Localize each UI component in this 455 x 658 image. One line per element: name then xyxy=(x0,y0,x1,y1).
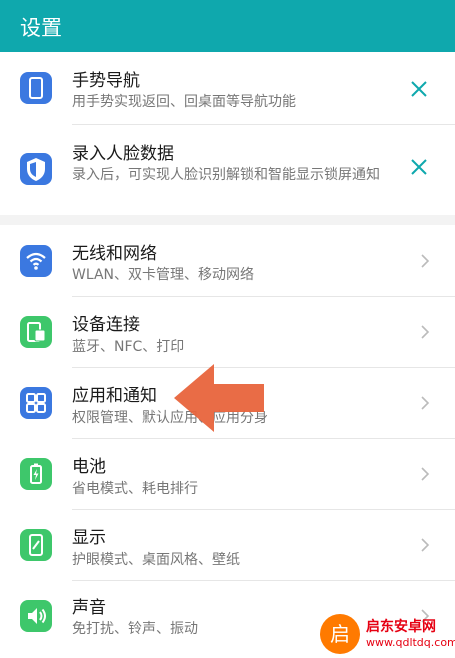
app-header: 设置 xyxy=(0,0,455,52)
settings-item-wireless-networks[interactable]: 无线和网络 WLAN、双卡管理、移动网络 xyxy=(0,225,455,296)
display-icon xyxy=(20,529,52,561)
suggestion-face-enroll[interactable]: 录入人脸数据 录入后，可实现人脸识别解锁和智能显示锁屏通知 xyxy=(0,125,455,215)
settings-item-subtitle: 护眼模式、桌面风格、壁纸 xyxy=(72,552,240,568)
battery-icon xyxy=(20,458,52,490)
settings-item-subtitle: 蓝牙、NFC、打印 xyxy=(72,339,185,355)
dismiss-close-icon[interactable] xyxy=(409,79,429,99)
chevron-right-icon xyxy=(421,538,430,552)
annotation-arrow-icon xyxy=(174,364,264,432)
watermark-name: 启东安卓网 xyxy=(366,619,436,635)
watermark-url: www.qdltdq.com xyxy=(366,636,455,649)
watermark: 启 启东安卓网 www.qdltdq.com xyxy=(320,608,455,658)
settings-item-title: 电池 xyxy=(72,457,106,477)
chevron-right-icon xyxy=(421,396,430,410)
suggestion-subtitle: 录入后，可实现人脸识别解锁和智能显示锁屏通知 xyxy=(72,167,380,183)
settings-item-title: 应用和通知 xyxy=(72,386,157,406)
settings-item-subtitle: 省电模式、耗电排行 xyxy=(72,481,198,497)
dismiss-close-icon[interactable] xyxy=(409,157,429,177)
chevron-right-icon xyxy=(421,254,430,268)
speaker-icon xyxy=(20,600,52,632)
settings-item-battery[interactable]: 电池 省电模式、耗电排行 xyxy=(0,439,455,509)
settings-item-device-connection[interactable]: 设备连接 蓝牙、NFC、打印 xyxy=(0,297,455,367)
suggestions-card: 手势导航 用手势实现返回、回桌面等导航功能 录入人脸数据 录入后，可实现人脸识别… xyxy=(0,52,455,215)
wifi-icon xyxy=(20,245,52,277)
device-connection-icon xyxy=(20,316,52,348)
settings-item-subtitle: WLAN、双卡管理、移动网络 xyxy=(72,267,255,283)
phone-icon xyxy=(20,72,52,104)
watermark-logo-icon: 启 xyxy=(320,614,360,654)
settings-item-display[interactable]: 显示 护眼模式、桌面风格、壁纸 xyxy=(0,510,455,580)
suggestion-title: 手势导航 xyxy=(72,71,140,91)
settings-item-title: 声音 xyxy=(72,598,106,618)
settings-item-title: 显示 xyxy=(72,528,106,548)
suggestion-subtitle: 用手势实现返回、回桌面等导航功能 xyxy=(72,94,296,110)
suggestion-title: 录入人脸数据 xyxy=(72,144,174,164)
shield-icon xyxy=(20,153,52,185)
chevron-right-icon xyxy=(421,325,430,339)
suggestion-gesture-navigation[interactable]: 手势导航 用手势实现返回、回桌面等导航功能 xyxy=(0,52,455,124)
chevron-right-icon xyxy=(421,467,430,481)
apps-grid-icon xyxy=(20,387,52,419)
settings-list: 无线和网络 WLAN、双卡管理、移动网络 设备连接 蓝牙、NFC、打印 应用和通… xyxy=(0,225,455,658)
settings-item-title: 设备连接 xyxy=(72,315,140,335)
page-title: 设置 xyxy=(20,16,62,40)
settings-item-title: 无线和网络 xyxy=(72,244,157,264)
